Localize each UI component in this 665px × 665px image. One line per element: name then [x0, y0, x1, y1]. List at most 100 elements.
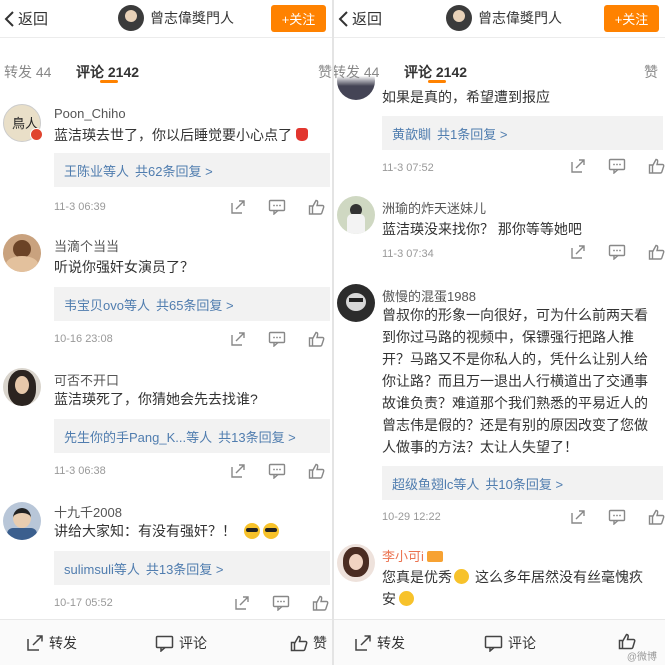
comment-text: 您真是优秀 这么多年居然没有丝毫愧疚 安	[382, 566, 665, 610]
comment-icon[interactable]	[608, 509, 626, 530]
replies-box[interactable]: 韦宝贝ovo等人 共65条回复 >	[54, 287, 330, 321]
comment-item: 十九千2008 讲给大家知：有没有强奸？！ sulimsuli等人 共13条回复 …	[0, 498, 332, 620]
replies-box[interactable]: 先生你的手Pang_K...等人 共13条回复 >	[54, 419, 330, 453]
comment-line: 到你过马路的视频中，保镖强行把路人推	[382, 329, 634, 345]
commenter-name[interactable]: 傲慢的混蛋1988	[382, 286, 476, 305]
like-icon[interactable]	[308, 463, 325, 484]
share-icon[interactable]	[570, 509, 586, 530]
reply-count-link[interactable]: 共10条回复 >	[485, 477, 563, 492]
follow-button[interactable]: +关注	[604, 5, 659, 32]
share-icon[interactable]	[570, 244, 586, 265]
reply-users: 超级鱼翅lc等人	[392, 477, 480, 492]
comment-icon[interactable]	[268, 463, 286, 484]
repost-label: 转发	[377, 635, 405, 651]
share-icon[interactable]	[234, 595, 250, 616]
comment-icon[interactable]	[268, 199, 286, 220]
commenter-name[interactable]: 当滴个当当	[54, 236, 119, 255]
member-badge-icon	[426, 551, 443, 562]
like-icon[interactable]	[312, 595, 329, 616]
like-icon	[290, 635, 308, 651]
back-button[interactable]: 返回	[338, 8, 382, 29]
like-icon[interactable]	[648, 158, 665, 179]
commenter-name[interactable]: 可否不开口	[54, 370, 119, 389]
tab-reposts[interactable]: 转发 44	[334, 62, 379, 82]
commenter-name[interactable]: 洲瑜的炸天迷妹儿	[382, 198, 486, 217]
comment-text: 蓝洁瑛去世了，你以后睡觉要小心点了	[54, 124, 328, 146]
repost-button[interactable]: 转发	[354, 633, 405, 653]
avatar[interactable]	[3, 234, 41, 272]
tab-bar: 转发 44 评论 2142 赞	[0, 52, 332, 86]
avatar[interactable]	[3, 502, 41, 540]
reply-count-link[interactable]: 共13条回复 >	[218, 430, 296, 445]
comment-actions	[230, 463, 325, 484]
avatar[interactable]	[3, 368, 41, 406]
comment-line: 安	[382, 591, 396, 607]
comment-item: 李小可i 您真是优秀 这么多年居然没有丝毫愧疚 安	[334, 540, 665, 620]
active-tab-underline	[428, 80, 446, 83]
comment-time: 11-3 06:38	[54, 465, 106, 477]
share-icon[interactable]	[230, 463, 246, 484]
comment-icon[interactable]	[608, 244, 626, 265]
author-avatar[interactable]	[446, 5, 472, 31]
like-icon[interactable]	[308, 331, 325, 352]
bottom-action-bar: 转发 评论 @微博	[334, 619, 665, 665]
comment-icon[interactable]	[608, 158, 626, 179]
replies-box[interactable]: sulimsuli等人 共13条回复 >	[54, 551, 330, 585]
comment-text: 如果是真的，希望遭到报应	[382, 89, 550, 105]
comment-icon[interactable]	[272, 595, 290, 616]
avatar[interactable]	[337, 544, 375, 582]
replies-box[interactable]: 王陈业等人 共62条回复 >	[54, 153, 330, 187]
like-icon[interactable]	[648, 244, 665, 265]
author-header[interactable]: 曾志偉獎門人	[446, 5, 562, 31]
share-icon[interactable]	[230, 331, 246, 352]
commenter-name[interactable]: Poon_Chiho	[54, 106, 126, 121]
replies-box[interactable]: 超级鱼翅lc等人 共10条回复 >	[382, 466, 663, 500]
commenter-name[interactable]: 十九千2008	[54, 502, 122, 521]
avatar[interactable]	[337, 196, 375, 234]
cool-emoji-icon	[244, 523, 260, 539]
comment-actions	[230, 331, 325, 352]
like-icon[interactable]	[648, 509, 665, 530]
tab-likes[interactable]: 赞	[318, 62, 332, 82]
replies-box[interactable]: 黄歆瞓 共1条回复 >	[382, 116, 663, 150]
reply-count-link[interactable]: 共13条回复 >	[146, 562, 224, 577]
reply-count-link[interactable]: 共1条回复 >	[437, 127, 507, 142]
reply-count-link[interactable]: 共65条回复 >	[156, 298, 234, 313]
repost-icon	[27, 635, 43, 651]
avatar[interactable]	[337, 284, 375, 322]
comment-icon[interactable]	[268, 331, 286, 352]
comment-time: 11-3 06:39	[54, 201, 106, 213]
comment-text: 蓝洁瑛没来找你？ 那你等等她吧	[382, 221, 582, 237]
comment-text: 蓝洁瑛死了，你猜她会先去找谁?	[54, 391, 258, 407]
share-icon[interactable]	[230, 199, 246, 220]
comment-line: 这么多年居然没有丝毫愧疚	[475, 569, 643, 585]
verified-badge-icon	[30, 128, 43, 141]
follow-button[interactable]: +关注	[271, 5, 326, 32]
comment-time: 10-17 05:52	[54, 597, 113, 609]
back-button[interactable]: 返回	[4, 8, 48, 29]
tab-comments[interactable]: 评论 2142	[76, 62, 139, 82]
left-screenshot: 返回 曾志偉獎門人 +关注 转发 44 评论 2142 赞 鳥人 Poon_Ch…	[0, 0, 332, 665]
top-nav-bar: 返回 曾志偉獎門人 +关注	[334, 0, 665, 38]
tab-likes[interactable]: 赞	[644, 62, 658, 82]
author-header[interactable]: 曾志偉獎門人	[118, 5, 234, 31]
author-avatar[interactable]	[118, 5, 144, 31]
share-icon[interactable]	[570, 158, 586, 179]
comment-actions	[570, 244, 665, 265]
comment-line: 人做事的方法？太让人失望了！	[382, 439, 578, 455]
reply-count-link[interactable]: 共62条回复 >	[135, 164, 213, 179]
back-label: 返回	[352, 11, 383, 28]
comment-text: 曾叔你的形象一向很好，可为什么前两天看 到你过马路的视频中，保镖强行把路人推 开…	[382, 304, 665, 458]
comment-button[interactable]: 评论	[484, 633, 536, 653]
comment-actions	[570, 509, 665, 530]
watermark: @微博	[626, 652, 657, 663]
like-button[interactable]: 赞	[290, 633, 327, 653]
tab-comments[interactable]: 评论 2142	[404, 62, 467, 82]
comment-actions	[570, 158, 665, 179]
comment-time: 10-16 23:08	[54, 333, 113, 345]
comment-button[interactable]: 评论	[155, 633, 207, 653]
repost-button[interactable]: 转发	[26, 633, 77, 653]
commenter-name[interactable]: 李小可i	[382, 546, 443, 565]
tab-reposts[interactable]: 转发 44	[4, 62, 51, 82]
like-icon[interactable]	[308, 199, 325, 220]
